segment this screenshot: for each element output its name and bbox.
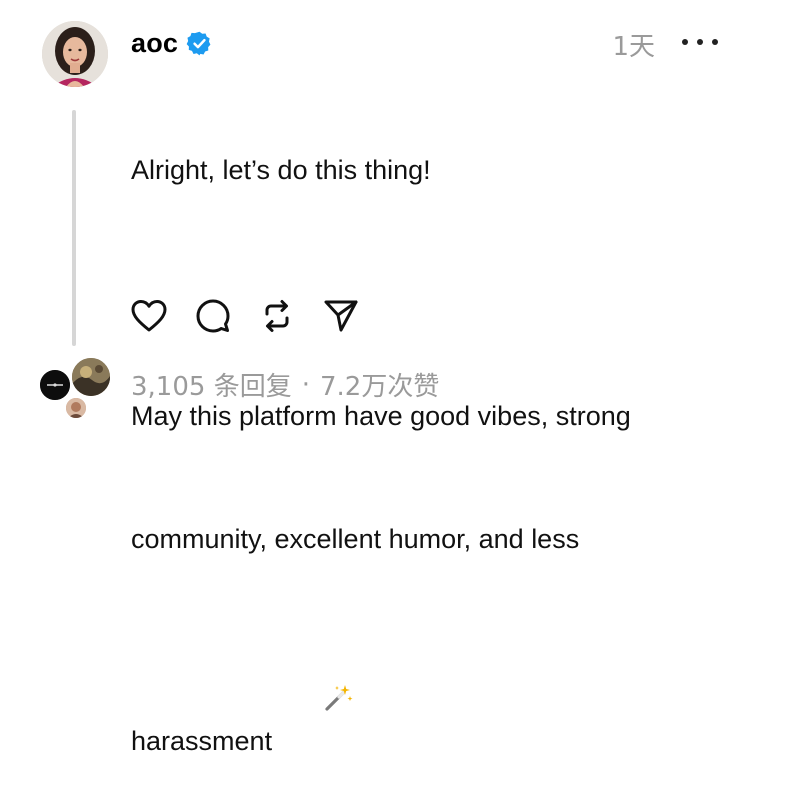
post-line-last: harassment [131, 642, 731, 766]
post-line: harassment [131, 726, 273, 756]
share-button[interactable] [321, 296, 361, 336]
more-dot-icon [712, 39, 718, 45]
send-icon [324, 300, 358, 332]
heart-icon [131, 300, 167, 332]
like-button[interactable] [129, 296, 169, 336]
comment-bubble-icon [196, 299, 230, 333]
more-options-button[interactable] [682, 30, 718, 54]
action-bar [129, 296, 385, 336]
username[interactable]: aoc [131, 28, 178, 59]
stats-separator: · [301, 369, 310, 400]
replier-avatars[interactable] [38, 352, 118, 422]
post-line: Alright, let’s do this thing! [131, 155, 431, 185]
reply-button[interactable] [193, 296, 233, 336]
more-dot-icon [697, 39, 703, 45]
post-time: 1天 [612, 32, 655, 62]
profile-avatar[interactable] [42, 21, 108, 87]
post-body: Alright, let’s do this thing! May this p… [131, 68, 731, 807]
replier-avatar [38, 368, 72, 402]
post-line: community, excellent humor, and less [131, 524, 580, 554]
like-count[interactable]: 7.2万次赞 [320, 366, 439, 403]
magic-wand-icon [278, 642, 353, 766]
avatar-image [42, 21, 108, 87]
reply-count[interactable]: 3,105 条回复 [131, 366, 292, 403]
more-dot-icon [682, 39, 688, 45]
thread-line [72, 110, 76, 346]
verified-badge-icon [186, 30, 213, 57]
repost-icon [265, 300, 289, 332]
post-header: aoc [131, 24, 213, 62]
repost-button[interactable] [257, 296, 297, 336]
replier-avatar [64, 396, 88, 420]
replier-avatar [70, 356, 112, 398]
post-stats: 3,105 条回复 · 7.2万次赞 [131, 366, 439, 403]
